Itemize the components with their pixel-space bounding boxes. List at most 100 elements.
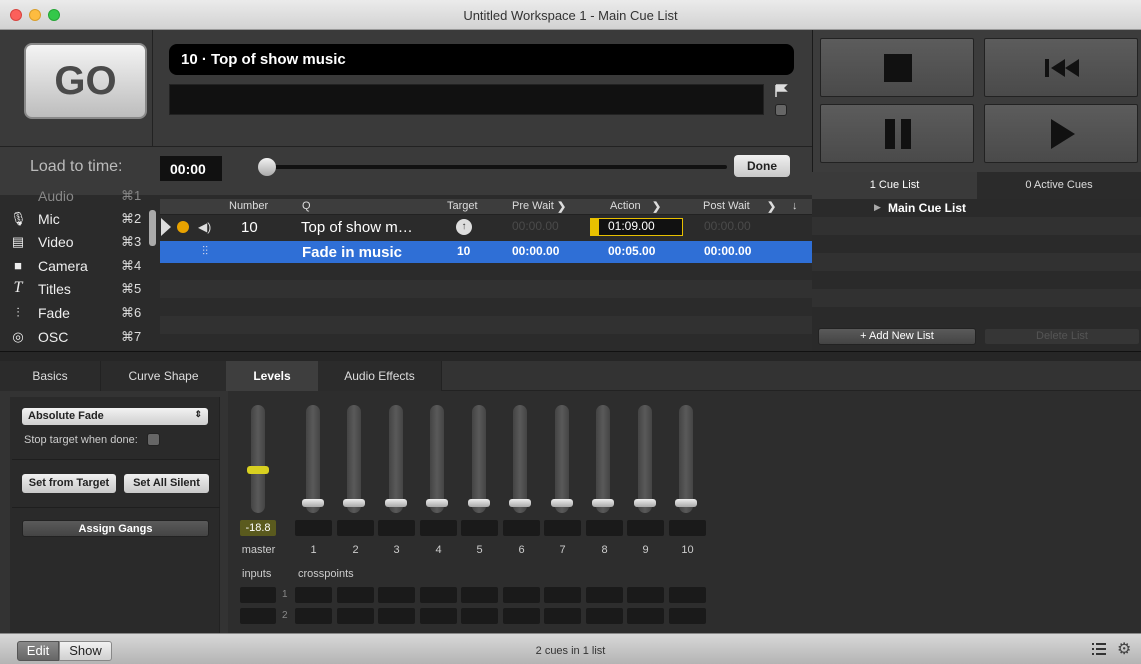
channel-level-field[interactable] <box>337 520 374 536</box>
channel-fader-knob[interactable] <box>468 499 490 507</box>
tab-levels[interactable]: Levels <box>226 361 318 391</box>
cue-notes-field[interactable] <box>169 84 764 115</box>
channel-fader-knob[interactable] <box>634 499 656 507</box>
channel-level-field[interactable] <box>420 520 457 536</box>
list-icon[interactable] <box>1092 642 1106 656</box>
crosspoint-field[interactable] <box>503 608 540 624</box>
tab-cue-lists[interactable]: 1 Cue List <box>812 172 977 199</box>
header-target[interactable]: Target <box>447 200 478 212</box>
channel-level-field[interactable] <box>544 520 581 536</box>
toolbox-item-camera[interactable]: ■ Camera ⌘4 <box>8 255 148 278</box>
header-post-wait[interactable]: Post Wait <box>703 200 750 212</box>
flag-checkbox[interactable] <box>775 104 787 116</box>
toolbox-scrollbar[interactable] <box>149 210 156 246</box>
list-item[interactable]: ▶ Main Cue List <box>812 199 1141 217</box>
load-time-slider-track[interactable] <box>262 165 727 169</box>
disclosure-triangle-icon[interactable]: ▶ <box>874 202 881 213</box>
target-arrow-icon[interactable]: ↑ <box>456 219 472 235</box>
crosspoint-field[interactable] <box>669 608 706 624</box>
cue-name[interactable]: Fade in music <box>302 244 402 261</box>
channel-fader[interactable] <box>679 405 693 513</box>
crosspoint-field[interactable] <box>378 587 415 603</box>
crosspoint-field[interactable] <box>378 608 415 624</box>
channel-fader-knob[interactable] <box>551 499 573 507</box>
action-value[interactable]: 00:05.00 <box>608 244 655 258</box>
channel-level-field[interactable] <box>669 520 706 536</box>
toolbox-item-video[interactable]: ▤ Video ⌘3 <box>8 231 148 254</box>
set-all-silent-button[interactable]: Set All Silent <box>124 474 209 493</box>
channel-fader[interactable] <box>472 405 486 513</box>
crosspoint-field[interactable] <box>503 587 540 603</box>
rewind-button[interactable] <box>984 38 1138 97</box>
channel-fader-knob[interactable] <box>343 499 365 507</box>
tab-active-cues[interactable]: 0 Active Cues <box>977 172 1141 199</box>
channel-fader[interactable] <box>347 405 361 513</box>
toolbox-item-mic[interactable]: 🎙 Mic ⌘2 <box>8 208 148 231</box>
delete-list-button[interactable]: Delete List <box>984 328 1140 345</box>
channel-fader[interactable] <box>555 405 569 513</box>
channel-level-field[interactable] <box>586 520 623 536</box>
channel-fader-knob[interactable] <box>509 499 531 507</box>
assign-gangs-button[interactable]: Assign Gangs <box>22 520 209 537</box>
input-level-field[interactable] <box>240 587 276 603</box>
tab-basics[interactable]: Basics <box>0 361 100 391</box>
action-value[interactable]: 01:09.00 <box>608 219 655 233</box>
pre-wait-value[interactable]: 00:00.00 <box>512 219 559 233</box>
fade-mode-select[interactable]: Absolute Fade ⇕ <box>22 408 208 425</box>
channel-level-field[interactable] <box>503 520 540 536</box>
channel-fader[interactable] <box>596 405 610 513</box>
header-pre-wait[interactable]: Pre Wait <box>512 200 554 212</box>
cue-number[interactable]: 10 <box>241 219 258 236</box>
load-time-field[interactable]: 00:00 <box>160 156 222 181</box>
crosspoint-field[interactable] <box>544 608 581 624</box>
channel-level-field[interactable] <box>295 520 332 536</box>
stop-target-checkbox[interactable] <box>147 433 160 446</box>
tab-audio-effects[interactable]: Audio Effects <box>318 361 442 391</box>
channel-level-field[interactable] <box>627 520 664 536</box>
channel-fader[interactable] <box>430 405 444 513</box>
crosspoint-field[interactable] <box>627 608 664 624</box>
crosspoint-field[interactable] <box>420 587 457 603</box>
stop-button[interactable] <box>820 38 974 97</box>
flag-icon[interactable] <box>774 84 788 98</box>
crosspoint-field[interactable] <box>586 608 623 624</box>
input-level-field[interactable] <box>240 608 276 624</box>
channel-fader-knob[interactable] <box>302 499 324 507</box>
toolbox-item-audio[interactable]: Audio ⌘1 <box>8 185 148 208</box>
crosspoint-field[interactable] <box>295 587 332 603</box>
master-fader[interactable] <box>251 405 265 513</box>
channel-fader[interactable] <box>638 405 652 513</box>
crosspoint-field[interactable] <box>461 608 498 624</box>
gear-icon[interactable]: ⚙ <box>1117 639 1131 659</box>
header-number[interactable]: Number <box>229 200 268 212</box>
channel-level-field[interactable] <box>461 520 498 536</box>
post-wait-value[interactable]: 00:00.00 <box>704 244 751 258</box>
crosspoint-field[interactable] <box>461 587 498 603</box>
table-row[interactable]: ⫶⫶ Fade in music 10 00:00.00 00:05.00 00… <box>160 241 812 263</box>
channel-fader-knob[interactable] <box>426 499 448 507</box>
load-time-slider-knob[interactable] <box>258 158 276 176</box>
add-new-list-button[interactable]: + Add New List <box>818 328 976 345</box>
header-q[interactable]: Q <box>302 200 311 212</box>
toolbox-item-osc[interactable]: ◎ OSC ⌘7 <box>8 326 148 349</box>
tab-curve-shape[interactable]: Curve Shape <box>100 361 226 391</box>
channel-level-field[interactable] <box>378 520 415 536</box>
channel-fader[interactable] <box>306 405 320 513</box>
post-wait-value[interactable]: 00:00.00 <box>704 219 751 233</box>
crosspoint-field[interactable] <box>337 608 374 624</box>
play-button[interactable] <box>984 104 1138 163</box>
channel-fader-knob[interactable] <box>385 499 407 507</box>
crosspoint-field[interactable] <box>544 587 581 603</box>
toolbox-item-titles[interactable]: T Titles ⌘5 <box>8 278 148 301</box>
cue-name[interactable]: Top of show m… <box>301 219 413 236</box>
master-fader-knob[interactable] <box>247 466 269 474</box>
table-row[interactable]: ◀) 10 Top of show m… ↑ 00:00.00 01:09.00… <box>160 216 812 238</box>
split-divider[interactable] <box>0 351 1141 361</box>
go-button[interactable]: GO <box>24 43 147 119</box>
set-from-target-button[interactable]: Set from Target <box>22 474 116 493</box>
crosspoint-field[interactable] <box>586 587 623 603</box>
header-action[interactable]: Action <box>610 200 641 212</box>
done-button[interactable]: Done <box>734 155 790 177</box>
channel-fader-knob[interactable] <box>675 499 697 507</box>
master-level-value[interactable]: -18.8 <box>240 520 276 536</box>
